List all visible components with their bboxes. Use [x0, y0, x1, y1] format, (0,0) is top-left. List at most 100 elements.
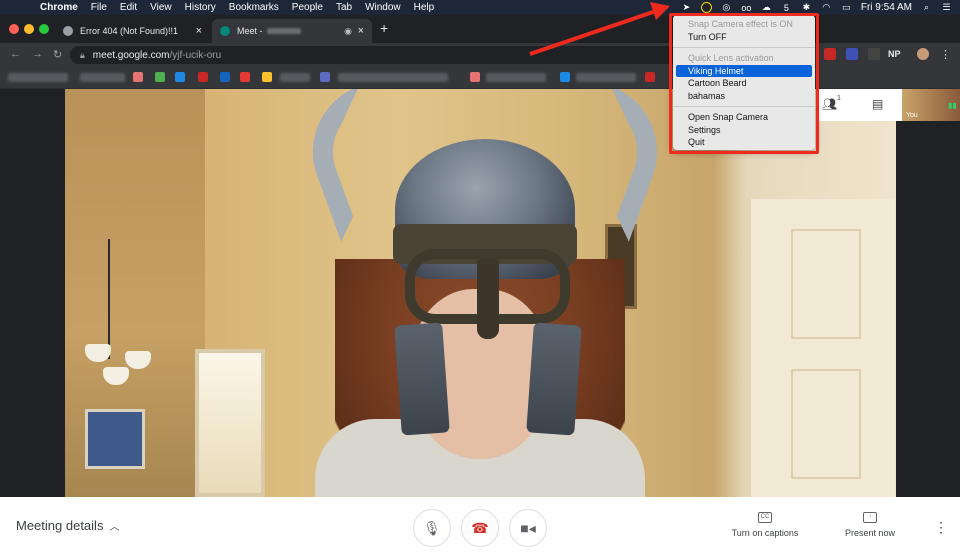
battery-icon[interactable]: ▭ — [841, 2, 852, 13]
meet-favicon-icon — [220, 26, 230, 36]
camera-button[interactable]: ■◂ — [509, 509, 547, 547]
microphone-icon: 🎙︎ — [423, 519, 441, 536]
meeting-details-button[interactable]: Meeting details ︿ — [16, 518, 119, 533]
zoom-window-button[interactable] — [39, 24, 49, 34]
menu-tab[interactable]: Tab — [336, 0, 352, 15]
profile-avatar[interactable] — [917, 48, 929, 60]
wifi-icon[interactable]: ◠ — [821, 2, 832, 13]
lock-icon[interactable]: 🔒︎ — [80, 50, 85, 61]
tab-title: Error 404 (Not Found)!!1 — [80, 26, 179, 36]
helmet-horn-right — [563, 89, 677, 242]
framed-picture — [85, 409, 145, 469]
background-door — [745, 199, 895, 497]
menu-edit[interactable]: Edit — [120, 0, 137, 15]
annotation-highlight-box — [669, 13, 819, 154]
minimize-window-button[interactable] — [24, 24, 34, 34]
helmet-nose-guard — [477, 259, 499, 339]
people-icon[interactable]: 👥︎ — [822, 97, 837, 111]
status-icon-a[interactable]: ◎ — [721, 2, 732, 13]
close-window-button[interactable] — [9, 24, 19, 34]
bookmark-icon[interactable] — [175, 72, 185, 82]
extension-red-icon[interactable] — [824, 48, 836, 60]
helmet-cheek-guard — [394, 322, 450, 436]
bookmark-icon[interactable] — [155, 72, 165, 82]
new-tab-button[interactable]: + — [380, 20, 388, 36]
menu-view[interactable]: View — [150, 0, 172, 15]
reload-icon[interactable]: ↻ — [53, 48, 62, 61]
meet-bottom-bar: Meeting details ︿ 🎙︎ ☎︎ ■◂ CC Turn on cap… — [0, 497, 960, 557]
menubar-clock[interactable]: Fri 9:54 AM — [861, 2, 912, 13]
cloud-upload-icon[interactable]: ☁ — [761, 2, 772, 13]
present-icon: ↑ — [863, 512, 877, 523]
helmet-cheek-guard — [526, 322, 582, 436]
globe-icon — [63, 26, 73, 36]
menu-people[interactable]: People — [292, 0, 323, 15]
chrome-menu-icon[interactable]: ⋮ — [940, 48, 951, 61]
back-icon[interactable]: ← — [10, 48, 21, 60]
bookmark-icon[interactable] — [320, 72, 330, 82]
self-view-label: You — [906, 112, 918, 119]
bookmark-item[interactable] — [338, 73, 448, 82]
bookmark-item[interactable] — [486, 73, 546, 82]
present-label: Present now — [844, 528, 896, 538]
audio-level-icon: ▮▮ — [948, 101, 957, 110]
door-panel — [791, 369, 861, 479]
bookmark-icon[interactable] — [262, 72, 272, 82]
recording-indicator-icon: ◉ — [344, 25, 352, 36]
menu-help[interactable]: Help — [414, 0, 435, 15]
menu-history[interactable]: History — [185, 0, 216, 15]
close-tab-icon[interactable]: × — [196, 25, 202, 37]
extension-np[interactable]: NP — [888, 49, 901, 59]
tab-title: Meet - — [237, 26, 263, 36]
bookmark-icon[interactable] — [198, 72, 208, 82]
more-options-icon[interactable]: ⋮ — [934, 519, 948, 536]
chevron-up-icon: ︿ — [109, 522, 120, 533]
menu-file[interactable]: File — [91, 0, 107, 15]
html5-icon[interactable]: 5 — [781, 3, 792, 13]
video-camera-icon: ■◂ — [520, 519, 536, 536]
bookmark-icon[interactable] — [240, 72, 250, 82]
notification-center-icon[interactable]: ☰ — [941, 2, 952, 13]
door-panel — [791, 229, 861, 339]
url-host: meet.google.com — [92, 49, 170, 61]
tab-meet[interactable]: Meet - ◉ × — [212, 19, 372, 43]
forward-icon[interactable]: → — [32, 48, 43, 60]
chandelier — [108, 239, 110, 359]
meeting-details-label: Meeting details — [16, 518, 104, 533]
bluetooth-icon[interactable]: ✱ — [801, 2, 812, 13]
bookmark-icon[interactable] — [470, 72, 480, 82]
bookmark-icon[interactable] — [220, 72, 230, 82]
close-tab-icon[interactable]: × — [358, 25, 364, 37]
microphone-button[interactable]: 🎙︎ — [413, 509, 451, 547]
self-view-thumbnail[interactable]: You ▮▮ — [902, 89, 960, 121]
location-arrow-icon[interactable]: ➤ — [681, 2, 692, 13]
snap-camera-icon[interactable] — [700, 2, 712, 13]
chat-icon[interactable]: ▤ — [872, 97, 883, 111]
menu-window[interactable]: Window — [365, 0, 401, 15]
present-now-button[interactable]: ↑ Present now — [840, 512, 900, 538]
bookmark-item[interactable] — [80, 73, 125, 82]
hang-up-button[interactable]: ☎︎ — [461, 509, 499, 547]
glasses-icon[interactable]: oo — [741, 3, 752, 13]
bookmark-item[interactable] — [280, 73, 310, 82]
background-window — [195, 349, 265, 497]
captions-icon: CC — [758, 512, 772, 523]
spotlight-search-icon[interactable]: ⌕ — [921, 2, 932, 13]
captions-button[interactable]: CC Turn on captions — [728, 512, 802, 538]
extension-mask-icon[interactable] — [868, 48, 880, 60]
phone-hangup-icon: ☎︎ — [471, 519, 489, 536]
bookmark-icon[interactable] — [560, 72, 570, 82]
bookmark-icon[interactable] — [645, 72, 655, 82]
menu-app-name[interactable]: Chrome — [40, 0, 78, 15]
bookmark-item[interactable] — [576, 73, 636, 82]
people-chat-panel: 👥︎ 1 ▤ — [816, 89, 902, 121]
helmet-horn-left — [293, 89, 407, 242]
blurred-title — [266, 28, 301, 34]
bookmark-item[interactable] — [8, 73, 68, 82]
participant-count: 1 — [837, 95, 841, 102]
menu-bookmarks[interactable]: Bookmarks — [229, 0, 279, 15]
extension-u-icon[interactable] — [846, 48, 858, 60]
bookmark-icon[interactable] — [133, 72, 143, 82]
tab-error-404[interactable]: Error 404 (Not Found)!!1 × — [55, 19, 210, 43]
url-path: /yjf-ucik-oru — [169, 49, 222, 61]
